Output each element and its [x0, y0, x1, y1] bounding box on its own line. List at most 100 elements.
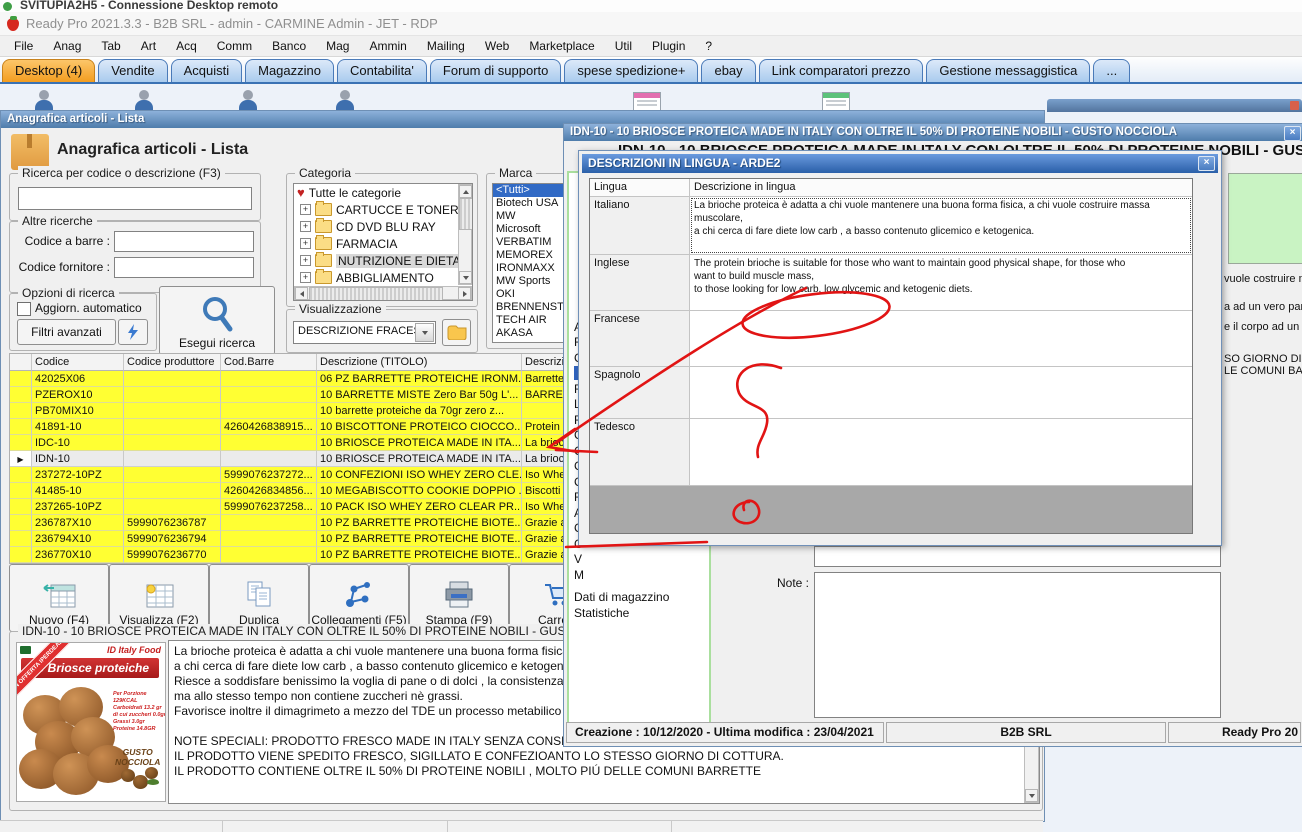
scroll-thumb[interactable] [459, 198, 472, 230]
row-selector[interactable] [10, 467, 32, 483]
expand-icon[interactable]: + [300, 221, 311, 232]
language-row-francese[interactable]: Francese [590, 311, 1192, 367]
display-folder-button[interactable] [442, 319, 471, 346]
close-icon[interactable]: × [1284, 126, 1301, 141]
menu-web[interactable]: Web [475, 39, 519, 53]
scroll-down-icon[interactable] [459, 271, 472, 284]
menu-ammin[interactable]: Ammin [359, 39, 416, 53]
print-button[interactable]: Stampa (F9) [409, 564, 509, 632]
menu-util[interactable]: Util [605, 39, 642, 53]
menu-plugin[interactable]: Plugin [642, 39, 695, 53]
header-descrizione-titolo[interactable]: Descrizione (TITOLO) [317, 354, 522, 371]
scroll-thumb[interactable] [309, 287, 443, 300]
tab-more[interactable]: ... [1093, 59, 1131, 82]
expand-icon[interactable]: + [300, 238, 311, 249]
tab-spese-spedizione[interactable]: spese spedizione+ [564, 59, 699, 82]
quick-filter-button[interactable] [118, 319, 148, 345]
menu-file[interactable]: File [4, 39, 43, 53]
tree-item-farmacia[interactable]: + FARMACIA [294, 235, 472, 252]
menu-art[interactable]: Art [131, 39, 166, 53]
scroll-down-icon[interactable] [1025, 789, 1038, 802]
row-selector[interactable] [10, 387, 32, 403]
category-hscrollbar[interactable] [294, 286, 472, 300]
links-button[interactable]: Collegamenti (F5) [309, 564, 409, 632]
menu-mag[interactable]: Mag [316, 39, 359, 53]
header-lingua[interactable]: Lingua [590, 179, 690, 196]
note-textarea[interactable] [814, 572, 1221, 718]
tab-forum[interactable]: Forum di supporto [429, 59, 562, 82]
menu-tab[interactable]: Tab [91, 39, 130, 53]
scroll-up-icon[interactable] [459, 185, 472, 198]
tab-vendite[interactable]: Vendite [98, 59, 168, 82]
new-button[interactable]: Nuovo (F4) [9, 564, 109, 632]
row-selector[interactable] [10, 531, 32, 547]
tree-item-cartucce[interactable]: + CARTUCCE E TONER [294, 201, 472, 218]
row-selector[interactable] [10, 419, 32, 435]
menu-anag[interactable]: Anag [43, 39, 91, 53]
scroll-left-icon[interactable] [295, 287, 308, 300]
search-input[interactable] [18, 187, 252, 210]
close-icon[interactable]: × [1198, 156, 1215, 171]
tab-magazzino[interactable]: Magazzino [245, 59, 334, 82]
barcode-input[interactable] [114, 231, 254, 252]
chevron-down-icon[interactable] [415, 323, 434, 342]
menu-marketplace[interactable]: Marketplace [519, 39, 604, 53]
menu-mailing[interactable]: Mailing [417, 39, 475, 53]
tree-item-cd-dvd[interactable]: + CD DVD BLU RAY [294, 218, 472, 235]
language-row-inglese[interactable]: Inglese The protein brioche is suitable … [590, 255, 1192, 311]
language-row-spagnolo[interactable]: Spagnolo [590, 367, 1192, 419]
row-selector[interactable]: ▶ [10, 451, 32, 467]
view-button[interactable]: Visualizza (F2) [109, 564, 209, 632]
row-selector[interactable] [10, 483, 32, 499]
close-icon[interactable] [1290, 101, 1299, 110]
row-selector[interactable] [10, 515, 32, 531]
language-row-tedesco[interactable]: Tedesco [590, 419, 1192, 486]
tree-item-root[interactable]: ♥ Tutte le categorie [294, 184, 472, 201]
language-text[interactable] [690, 419, 1192, 485]
sidebar-item-dati-magazzino[interactable]: Dati di magazzino [574, 590, 669, 604]
menu-help[interactable]: ? [695, 39, 722, 53]
row-selector[interactable] [10, 403, 32, 419]
row-selector[interactable] [10, 371, 32, 387]
tab-gestione-messaggistica[interactable]: Gestione messaggistica [926, 59, 1091, 82]
menu-acq[interactable]: Acq [166, 39, 207, 53]
tab-contabilita[interactable]: Contabilita' [336, 59, 427, 82]
row-selector[interactable] [10, 499, 32, 515]
auto-update-checkbox[interactable] [17, 302, 31, 316]
detail-window-titlebar[interactable]: IDN-10 - 10 BRIOSCE PROTEICA MADE IN ITA… [564, 124, 1302, 141]
run-search-button[interactable]: Esegui ricerca [159, 286, 275, 355]
menu-banco[interactable]: Banco [262, 39, 316, 53]
detail-field-input[interactable] [814, 546, 1221, 567]
language-text[interactable] [690, 367, 1192, 418]
tab-desktop[interactable]: Desktop (4) [2, 59, 96, 82]
supplier-code-input[interactable] [114, 257, 254, 278]
tab-ebay[interactable]: ebay [701, 59, 756, 82]
category-vscrollbar[interactable] [458, 184, 472, 285]
language-text[interactable]: La brioche proteica è adatta a chi vuole… [690, 197, 1192, 254]
tree-item-abbigliamento[interactable]: + ABBIGLIAMENTO [294, 269, 472, 286]
advanced-filters-button[interactable]: Filtri avanzati [17, 319, 116, 345]
tab-acquisti[interactable]: Acquisti [170, 59, 243, 82]
language-text[interactable]: The protein brioche is suitable for thos… [690, 255, 1192, 310]
language-row-italiano[interactable]: Italiano La brioche proteica è adatta a … [590, 197, 1192, 255]
expand-icon[interactable]: + [300, 204, 311, 215]
expand-icon[interactable]: + [300, 255, 311, 266]
green-description-panel[interactable] [1228, 173, 1302, 264]
tree-item-nutrizione[interactable]: + NUTRIZIONE E DIETA [294, 252, 472, 269]
header-descrizione-lingua[interactable]: Descrizione in lingua [690, 179, 1192, 196]
sidebar-item[interactable]: M [574, 568, 584, 582]
sidebar-item[interactable]: V [574, 552, 582, 566]
menu-comm[interactable]: Comm [207, 39, 262, 53]
dialog-titlebar[interactable]: DESCRIZIONI IN LINGUA - ARDE2 [582, 154, 1218, 173]
row-selector[interactable] [10, 547, 32, 563]
display-select[interactable]: DESCRIZIONE FRACESE [293, 321, 436, 344]
sidebar-item-statistiche[interactable]: Statistiche [574, 606, 629, 620]
header-codice-produttore[interactable]: Codice produttore [124, 354, 221, 371]
scroll-right-icon[interactable] [458, 287, 471, 300]
language-text[interactable] [690, 311, 1192, 366]
header-codice[interactable]: Codice [32, 354, 124, 371]
tab-link-comparatori[interactable]: Link comparatori prezzo [758, 59, 924, 82]
row-selector[interactable] [10, 435, 32, 451]
expand-icon[interactable]: + [300, 272, 311, 283]
duplicate-button[interactable]: Duplica [209, 564, 309, 632]
